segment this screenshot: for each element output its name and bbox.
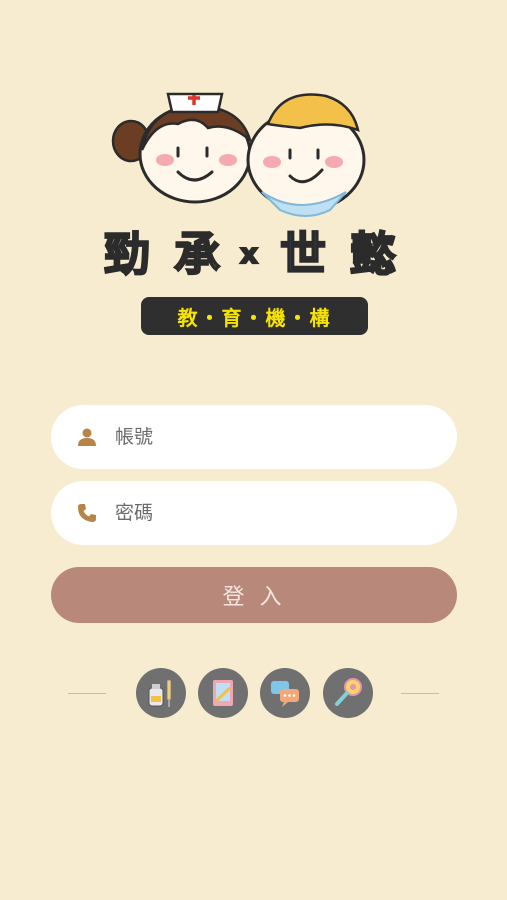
- shortcut-medicine[interactable]: [136, 668, 186, 718]
- brand-cross: x: [239, 236, 259, 271]
- password-input[interactable]: [113, 501, 417, 525]
- phone-icon: [75, 501, 99, 525]
- account-input[interactable]: [113, 425, 417, 449]
- login-button-label: 登 入: [222, 585, 286, 610]
- brand-char-2: 承: [173, 226, 221, 282]
- user-icon: [75, 425, 99, 449]
- boy-character: [246, 93, 366, 217]
- account-field[interactable]: [51, 405, 457, 469]
- nurse-girl-character: [111, 92, 253, 204]
- tagline-text: 教・育・機・構: [177, 305, 332, 330]
- tagline-badge: 教・育・機・構: [141, 297, 368, 335]
- password-field[interactable]: [51, 481, 457, 545]
- shortcut-notebook[interactable]: [198, 668, 248, 718]
- brand-char-4: 懿: [349, 226, 397, 282]
- divider-right: [401, 693, 439, 694]
- shortcut-chat[interactable]: [260, 668, 310, 718]
- brand-char-1: 勁: [103, 226, 151, 282]
- shortcut-rattle[interactable]: [323, 668, 373, 718]
- notebook-icon: [213, 680, 233, 706]
- login-button[interactable]: 登 入: [51, 567, 457, 623]
- brand-title: 勁 承 x 世 懿: [0, 222, 507, 286]
- medicine-bottle-syringe-icon: [148, 679, 172, 707]
- brand-char-3: 世: [279, 226, 327, 282]
- baby-rattle-icon: [335, 678, 362, 706]
- divider-left: [68, 693, 106, 694]
- logo-illustration: [111, 92, 366, 217]
- chat-bubbles-icon: [271, 681, 299, 707]
